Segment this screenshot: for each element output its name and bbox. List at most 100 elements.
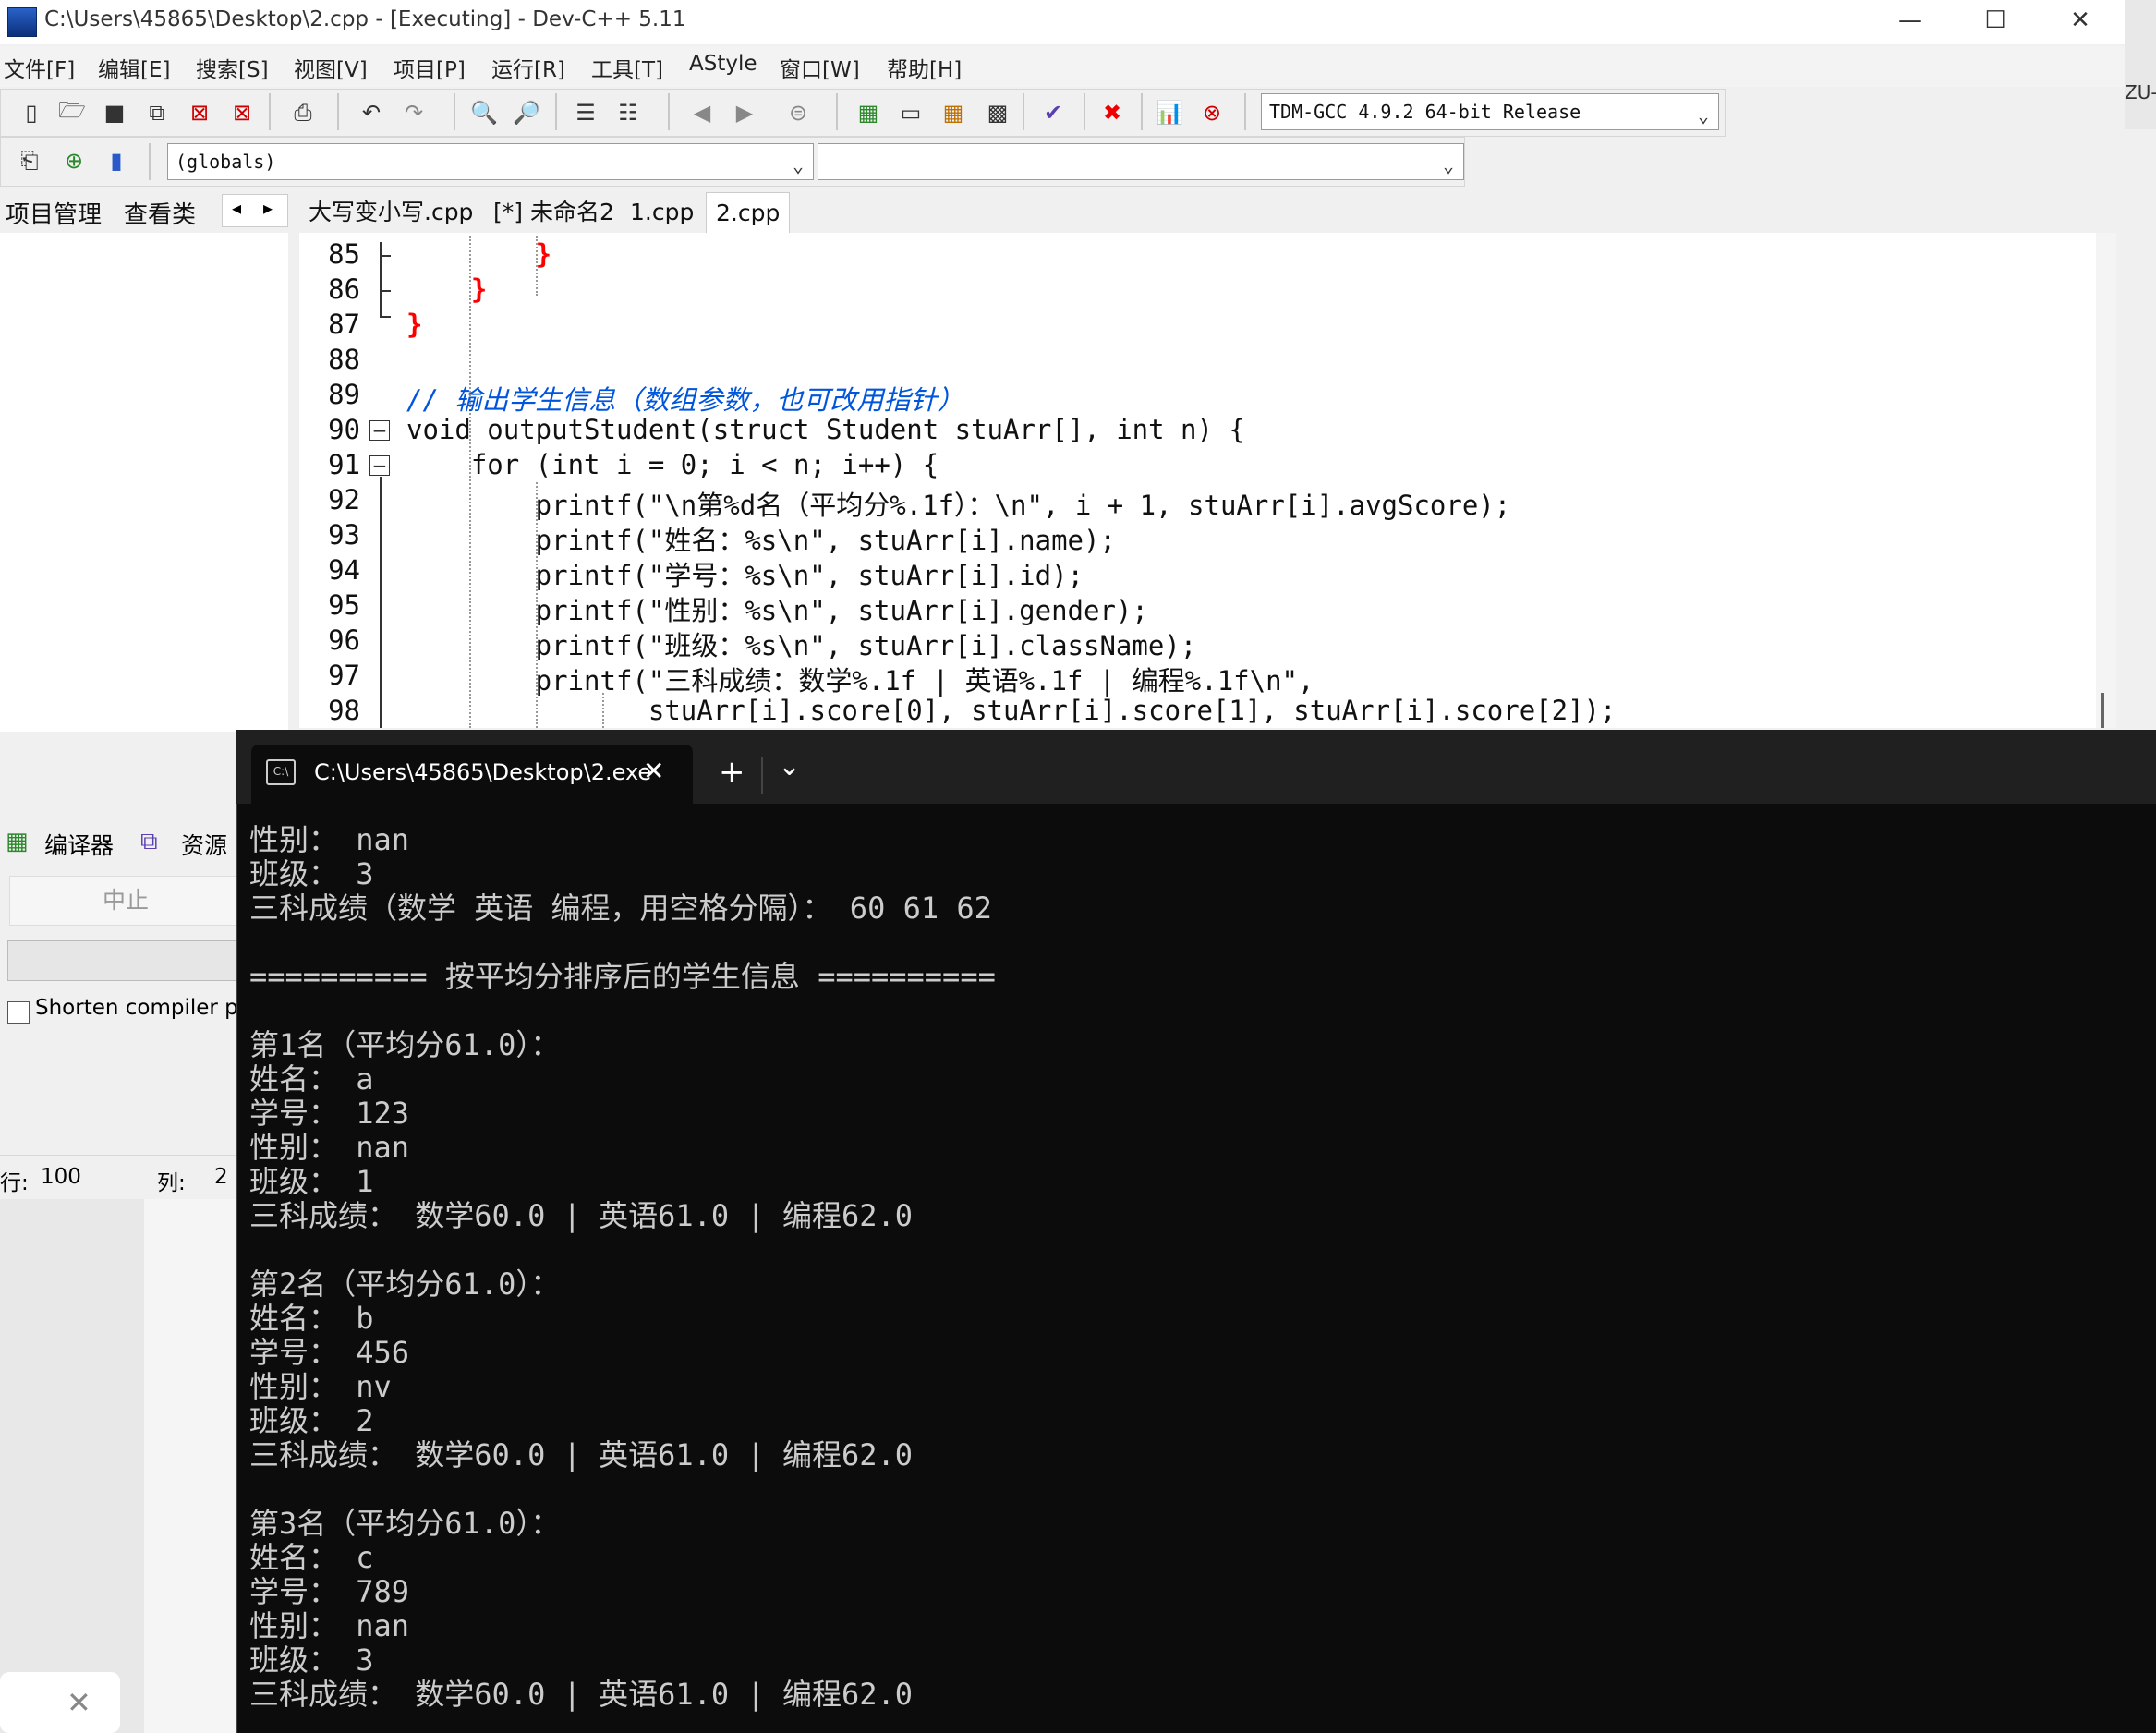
compiler-select-value: TDM-GCC 4.9.2 64-bit Release	[1269, 101, 1581, 123]
project-new-icon[interactable]: ▦	[853, 97, 884, 128]
code-line-92: printf("\n第%d名（平均分%.1f）：\n", i + 1, stuA…	[406, 490, 1511, 521]
editor-tab-uppercase-to-lowercase[interactable]: 大写变小写.cpp	[299, 192, 482, 233]
bookmark-prev-icon[interactable]: ◀	[686, 97, 718, 128]
fold-guide-line	[380, 477, 382, 728]
editor-tab-2cpp-active[interactable]: 2.cpp	[706, 192, 791, 233]
toolbar-separator	[1084, 93, 1085, 130]
compile-progress-bar	[7, 940, 242, 981]
fullscreen-icon[interactable]: ▭	[895, 97, 927, 128]
chart-icon[interactable]: 📊	[1154, 97, 1185, 128]
menu-search[interactable]: 搜索[S]	[196, 52, 269, 83]
shorten-compiler-label: Shorten compiler pa	[35, 996, 251, 1020]
tab-resources[interactable]: 资源	[181, 828, 227, 861]
arrow-left-icon[interactable]: ◂	[232, 197, 241, 219]
editor-tab-1cpp[interactable]: 1.cpp	[621, 192, 703, 233]
menu-file[interactable]: 文件[F]	[4, 52, 75, 83]
toolbar-separator	[149, 143, 151, 180]
tab-project-manager[interactable]: 项目管理	[6, 196, 102, 230]
fold-collapse-icon[interactable]: −	[369, 455, 390, 476]
background-window-strip	[2125, 0, 2156, 129]
save-all-icon[interactable]: ⧉	[141, 97, 173, 128]
open-file-icon[interactable]: 🗁	[56, 97, 88, 128]
menu-tools[interactable]: 工具[T]	[591, 52, 663, 83]
toolbar-separator	[337, 93, 339, 130]
editor-scrollbar[interactable]	[2096, 233, 2116, 728]
new-tab-button[interactable]: +	[719, 754, 745, 791]
save-icon[interactable]: ■	[99, 97, 130, 128]
line-number: 88	[328, 344, 360, 375]
code-line-97: printf("三科成绩：数学%.1f | 英语%.1f | 编程%.1f\n"…	[406, 665, 1314, 697]
member-select[interactable]: ⌄	[818, 143, 1464, 180]
close-all-icon[interactable]: ⊠	[226, 97, 258, 128]
compiler-panel: 中止 Shorten compiler pa	[0, 865, 251, 1151]
terminal-output-line: 三科成绩： 数学60.0 | 英语61.0 | 编程62.0	[249, 1437, 914, 1472]
menu-window[interactable]: 窗口[W]	[780, 52, 860, 83]
check-syntax-icon[interactable]: ✔	[1037, 97, 1069, 128]
menu-view[interactable]: 视图[V]	[294, 52, 368, 83]
compile-icon[interactable]: ▦	[938, 97, 969, 128]
shorten-compiler-checkbox[interactable]	[7, 1001, 30, 1024]
minimize-button[interactable]: —	[1868, 0, 1953, 41]
line-number: 96	[328, 624, 360, 656]
terminal-output-line: 三科成绩（数学 英语 编程，用空格分隔）： 60 61 62	[249, 891, 992, 926]
code-line-94: printf("学号：%s\n", stuArr[i].id);	[406, 560, 1084, 591]
menu-edit[interactable]: 编辑[E]	[98, 52, 170, 83]
terminal-output-line: ========== 按平均分排序后的学生信息 ==========	[249, 959, 996, 994]
run-icon[interactable]: ▩	[982, 97, 1013, 128]
tab-class-browser[interactable]: 查看类	[124, 196, 196, 230]
stop-execution-icon[interactable]: ✖	[1096, 97, 1128, 128]
arrow-right-icon[interactable]: ▸	[263, 197, 273, 219]
print-icon[interactable]: ⎙	[287, 97, 319, 128]
toolbar-separator	[836, 93, 838, 130]
scope-select[interactable]: (globals) ⌄	[167, 143, 814, 180]
editor-scrollbar-thumb[interactable]	[2101, 693, 2104, 728]
code-line-87: }	[406, 309, 423, 340]
replace-icon[interactable]: 🔎	[511, 97, 542, 128]
indent-icon[interactable]: ☰	[570, 97, 601, 128]
bookmark-next-icon[interactable]: ▶	[729, 97, 760, 128]
tab-compiler[interactable]: 编译器	[44, 828, 114, 861]
maximize-button[interactable]: ☐	[1953, 0, 2038, 41]
status-bar: 行: 100 列: 2	[0, 1155, 240, 1198]
close-tab-icon[interactable]: ✕	[643, 756, 664, 786]
terminal-tab[interactable]: C:\ C:\Users\45865\Desktop\2.exe ✕	[251, 745, 693, 804]
code-line-91: for (int i = 0; i < n; i++) {	[406, 449, 939, 480]
row-label: 行:	[0, 1171, 29, 1195]
toolbar-separator	[1244, 93, 1246, 130]
editor-tab-unnamed2[interactable]: [*] 未命名2	[484, 192, 624, 233]
fold-guide-tick	[380, 255, 391, 257]
redo-icon[interactable]: ↷	[398, 97, 430, 128]
close-file-icon[interactable]: ⊠	[184, 97, 215, 128]
col-value: 2	[214, 1165, 228, 1189]
toggle-bookmark-icon[interactable]: ⊕	[58, 145, 90, 176]
menu-run[interactable]: 运行[R]	[491, 52, 565, 83]
scope-select-value: (globals)	[176, 151, 276, 173]
fold-collapse-icon[interactable]: −	[369, 420, 390, 441]
chevron-down-icon: ⌄	[792, 154, 804, 176]
profile-delete-icon[interactable]: ⊗	[1196, 97, 1228, 128]
background-window-text: ZU-	[2125, 81, 2156, 103]
tab-dropdown-button[interactable]: ⌄	[778, 750, 801, 782]
menu-astyle[interactable]: AStyle	[689, 52, 757, 76]
close-window-button[interactable]: ✕	[2038, 0, 2123, 41]
menu-project[interactable]: 项目[P]	[394, 52, 466, 83]
insert-icon[interactable]: ⎗	[14, 145, 45, 176]
find-icon[interactable]: 🔍	[468, 97, 500, 128]
resources-tab-icon: ⧉	[140, 828, 158, 855]
close-icon[interactable]: ✕	[67, 1685, 91, 1720]
stop-button[interactable]: 中止	[9, 876, 242, 926]
undo-icon[interactable]: ↶	[356, 97, 387, 128]
toolbar-separator	[555, 93, 557, 130]
fold-guide-line	[380, 242, 382, 318]
toolbar-separator	[1141, 93, 1143, 130]
menu-help[interactable]: 帮助[H]	[887, 52, 962, 83]
unindent-icon[interactable]: ☷	[612, 97, 644, 128]
goto-bookmark-icon[interactable]: ▮	[101, 145, 132, 176]
goto-line-icon[interactable]: ⊜	[782, 97, 814, 128]
compiler-select[interactable]: TDM-GCC 4.9.2 64-bit Release ⌄	[1261, 93, 1719, 130]
side-panel-strip	[144, 1199, 240, 1733]
line-number: 85	[328, 238, 360, 270]
compiler-tab-icon: ▦	[6, 828, 29, 855]
fold-guide-tick	[380, 290, 391, 292]
new-file-icon[interactable]: ▯	[16, 97, 47, 128]
